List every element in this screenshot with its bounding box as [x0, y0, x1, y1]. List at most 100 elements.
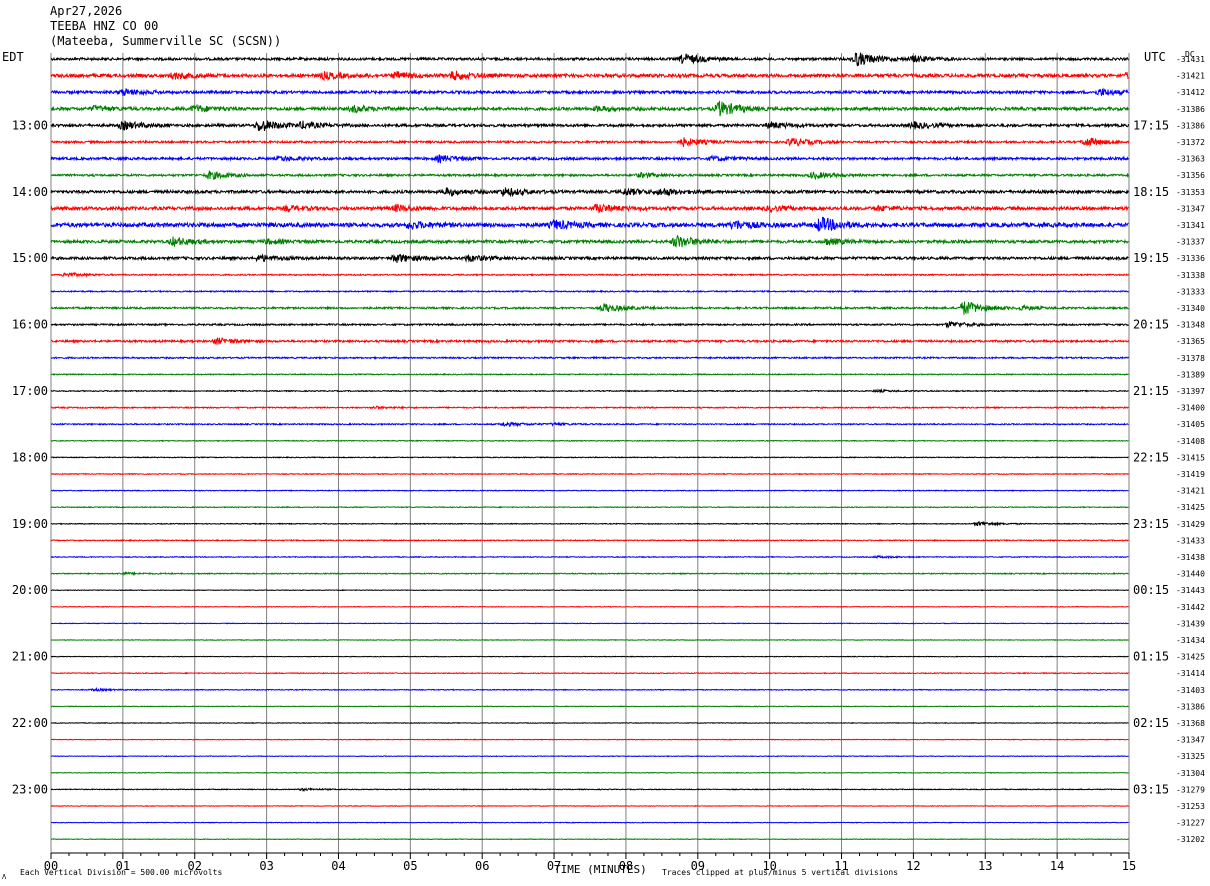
seismic-trace — [50, 321, 1129, 329]
header-station: TEEBA HNZ CO 00 — [50, 19, 158, 33]
right-hour-label: 21:15 — [1133, 384, 1169, 398]
x-tick-label: 05 — [403, 859, 417, 873]
dc-header-label: DC — [1185, 50, 1195, 59]
seismic-trace — [50, 137, 1129, 148]
dc-offset-label: -31363 — [1176, 155, 1205, 164]
seismic-trace — [50, 337, 1129, 345]
dc-offset-label: -31425 — [1176, 653, 1205, 662]
seismic-trace — [50, 538, 1129, 542]
seismic-trace — [50, 505, 1129, 509]
seismic-trace — [50, 622, 1129, 625]
seismic-trace — [50, 421, 1129, 428]
dc-offset-label: -31405 — [1176, 420, 1205, 429]
dc-offset-label: -31353 — [1176, 188, 1205, 197]
dc-offset-label: -31333 — [1176, 287, 1205, 296]
left-hour-label: 23:00 — [12, 782, 48, 796]
right-hour-label: 17:15 — [1133, 118, 1169, 132]
seismic-trace — [50, 301, 1129, 315]
scale-note: Each Vertical Division = 500.00 microvol… — [20, 868, 222, 877]
corner-mark: Λ — [2, 873, 7, 881]
right-hour-label: 22:15 — [1133, 450, 1169, 464]
dc-offset-label: -31421 — [1176, 72, 1205, 81]
dc-offset-label: -31336 — [1176, 254, 1205, 263]
dc-offset-label: -31341 — [1176, 221, 1205, 230]
left-hour-label: 22:00 — [12, 716, 48, 730]
dc-offset-label: -31347 — [1176, 736, 1205, 745]
seismic-trace — [50, 289, 1129, 294]
x-tick-label: 15 — [1122, 859, 1136, 873]
dc-offset-label: -31356 — [1176, 171, 1205, 180]
dc-offset-label: -31227 — [1176, 819, 1205, 828]
seismic-trace — [50, 100, 1129, 117]
dc-offset-label: -31403 — [1176, 686, 1205, 695]
dc-offset-label: -31347 — [1176, 204, 1205, 213]
seismic-trace — [50, 253, 1129, 263]
dc-offset-label: -31365 — [1176, 337, 1205, 346]
dc-offset-label: -31442 — [1176, 603, 1205, 612]
header-date: Apr27,2026 — [50, 4, 122, 18]
seismic-trace — [50, 387, 1129, 394]
seismic-trace — [50, 52, 1129, 67]
dc-offset-label: -31397 — [1176, 387, 1205, 396]
dc-offset-label: -31400 — [1176, 404, 1205, 413]
left-hour-label: 13:00 — [12, 118, 48, 132]
seismic-trace — [50, 120, 1129, 132]
seismic-trace — [50, 472, 1129, 476]
seismic-trace — [50, 721, 1129, 725]
dc-offset-label: -31279 — [1176, 785, 1205, 794]
header-location: (Mateeba, Summerville SC (SCSN)) — [50, 34, 281, 48]
x-axis-title: TIME (MINUTES) — [554, 863, 647, 876]
right-hour-labels: 17:15 18:15 19:15 20:15 21:15 22:15 23:15 00:15… — [1133, 118, 1169, 796]
seismic-trace — [50, 489, 1129, 492]
dc-offset-label: -31202 — [1176, 835, 1205, 844]
dc-offset-label: -31434 — [1176, 636, 1205, 645]
clip-note: Traces clipped at plus/minus 5 vertical … — [662, 868, 898, 877]
dc-offset-label: -31389 — [1176, 370, 1205, 379]
seismic-trace — [50, 671, 1129, 675]
x-tick-label: 12 — [906, 859, 920, 873]
dc-offset-label: -31438 — [1176, 553, 1205, 562]
seismic-trace — [50, 271, 1129, 279]
dc-offset-label: -31386 — [1176, 702, 1205, 711]
seismic-trace — [50, 154, 1129, 164]
dc-offset-label: -31378 — [1176, 354, 1205, 363]
seismic-trace — [50, 216, 1129, 233]
dc-offset-label: -31337 — [1176, 238, 1205, 247]
seismic-trace — [50, 804, 1129, 808]
seismic-trace — [50, 520, 1129, 527]
dc-offset-label: -31412 — [1176, 88, 1205, 97]
right-hour-label: 03:15 — [1133, 782, 1169, 796]
left-hour-label: 21:00 — [12, 650, 48, 664]
dc-offset-label: -31433 — [1176, 536, 1205, 545]
dc-offset-label: -31425 — [1176, 503, 1205, 512]
dc-offset-label: -31421 — [1176, 487, 1205, 496]
dc-offset-label: -31338 — [1176, 271, 1205, 280]
dc-offset-label: -31429 — [1176, 520, 1205, 529]
seismic-trace — [50, 405, 1129, 411]
seismic-trace — [50, 372, 1129, 376]
trace-group — [50, 52, 1129, 841]
x-tick-label: 04 — [331, 859, 345, 873]
seismogram-chart: 00 01 02 03 04 05 06 07 08 09 10 11 12 13 14 15 13:0014… — [2, 4, 1205, 881]
left-hour-label: 20:00 — [12, 583, 48, 597]
left-hour-labels: 13:00 14:00 15:00 16:00 17:00 18:00 19:00 20:00… — [12, 118, 48, 796]
seismic-trace — [50, 570, 1129, 577]
dc-offset-label: -31340 — [1176, 304, 1205, 313]
right-hour-label: 18:15 — [1133, 185, 1169, 199]
dc-offset-label: -31253 — [1176, 802, 1205, 811]
seismic-trace — [50, 170, 1129, 181]
right-hour-label: 20:15 — [1133, 318, 1169, 332]
right-hour-label: 01:15 — [1133, 650, 1169, 664]
seismic-trace — [50, 186, 1129, 198]
x-tick-label: 03 — [259, 859, 273, 873]
seismic-trace — [50, 638, 1129, 642]
dc-offset-labels: -31431-31421-31412-31386-31386-31372-313… — [1176, 55, 1205, 844]
dc-offset-label: -31415 — [1176, 453, 1205, 462]
dc-offset-label: -31439 — [1176, 619, 1205, 628]
x-tick-label: 13 — [978, 859, 992, 873]
seismic-trace — [50, 787, 1129, 793]
seismic-trace — [50, 87, 1129, 97]
dc-offset-label: -31386 — [1176, 121, 1205, 130]
seismic-trace — [50, 456, 1129, 459]
dc-offset-label: -31372 — [1176, 138, 1205, 147]
